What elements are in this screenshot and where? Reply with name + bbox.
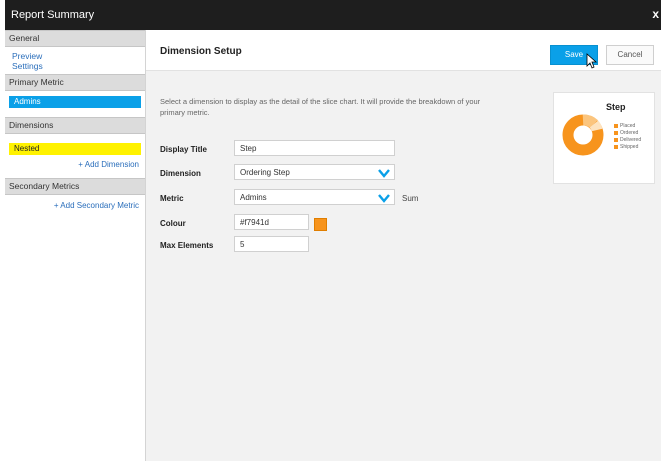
preview-link[interactable]: Preview: [5, 51, 145, 61]
primary-metric-pill[interactable]: Admins: [9, 96, 141, 108]
close-icon[interactable]: x: [652, 7, 659, 21]
display-title-label: Display Title: [160, 145, 207, 154]
metric-aggregation: Sum: [402, 194, 419, 203]
panel-header: Dimension Setup Save Cancel: [146, 30, 661, 71]
preview-title: Step: [606, 102, 626, 112]
section-general: General: [5, 30, 145, 47]
settings-link[interactable]: Settings: [5, 61, 145, 71]
section-primary-metric: Primary Metric: [5, 74, 145, 91]
dimension-select[interactable]: Ordering Step: [234, 164, 395, 180]
display-title-input[interactable]: Step: [234, 140, 395, 156]
dialog-title: Report Summary: [11, 9, 95, 21]
legend-item: Delivered: [614, 137, 641, 143]
legend-item: Shipped: [614, 144, 638, 150]
metric-select[interactable]: Admins: [234, 189, 395, 205]
dimension-description: Select a dimension to display as the det…: [160, 97, 481, 117]
panel-title: Dimension Setup: [160, 46, 242, 57]
colour-label: Colour: [160, 219, 186, 228]
max-elements-input[interactable]: 5: [234, 236, 309, 252]
add-dimension-link[interactable]: + Add Dimension: [5, 160, 145, 169]
chart-preview: Step Placed Ordered Delivered Shipped: [553, 92, 655, 184]
dimension-label: Dimension: [160, 169, 201, 178]
dimension-select-value: Ordering Step: [240, 168, 290, 177]
chevron-down-icon[interactable]: [378, 168, 390, 178]
metric-select-value: Admins: [240, 193, 267, 202]
mouse-cursor-icon: [586, 53, 598, 69]
colour-input[interactable]: #f7941d: [234, 214, 309, 230]
dimension-setup-panel: Dimension Setup Save Cancel Select a dim…: [146, 30, 661, 461]
legend-item: Placed: [614, 123, 635, 129]
title-bar: Report Summary x: [5, 0, 661, 30]
section-dimensions: Dimensions: [5, 117, 145, 134]
dimension-pill[interactable]: Nested: [9, 143, 141, 155]
cancel-button[interactable]: Cancel: [606, 45, 654, 65]
max-elements-label: Max Elements: [160, 241, 214, 250]
colour-swatch[interactable]: [314, 218, 327, 231]
metric-label: Metric: [160, 194, 184, 203]
sidebar: General Preview Settings Primary Metric …: [5, 30, 146, 461]
add-secondary-metric-link[interactable]: + Add Secondary Metric: [5, 201, 145, 210]
report-summary-dialog: Report Summary x General Preview Setting…: [5, 0, 661, 461]
section-secondary-metrics: Secondary Metrics: [5, 178, 145, 195]
legend-item: Ordered: [614, 130, 638, 136]
donut-chart: [562, 114, 604, 156]
chevron-down-icon[interactable]: [378, 193, 390, 203]
